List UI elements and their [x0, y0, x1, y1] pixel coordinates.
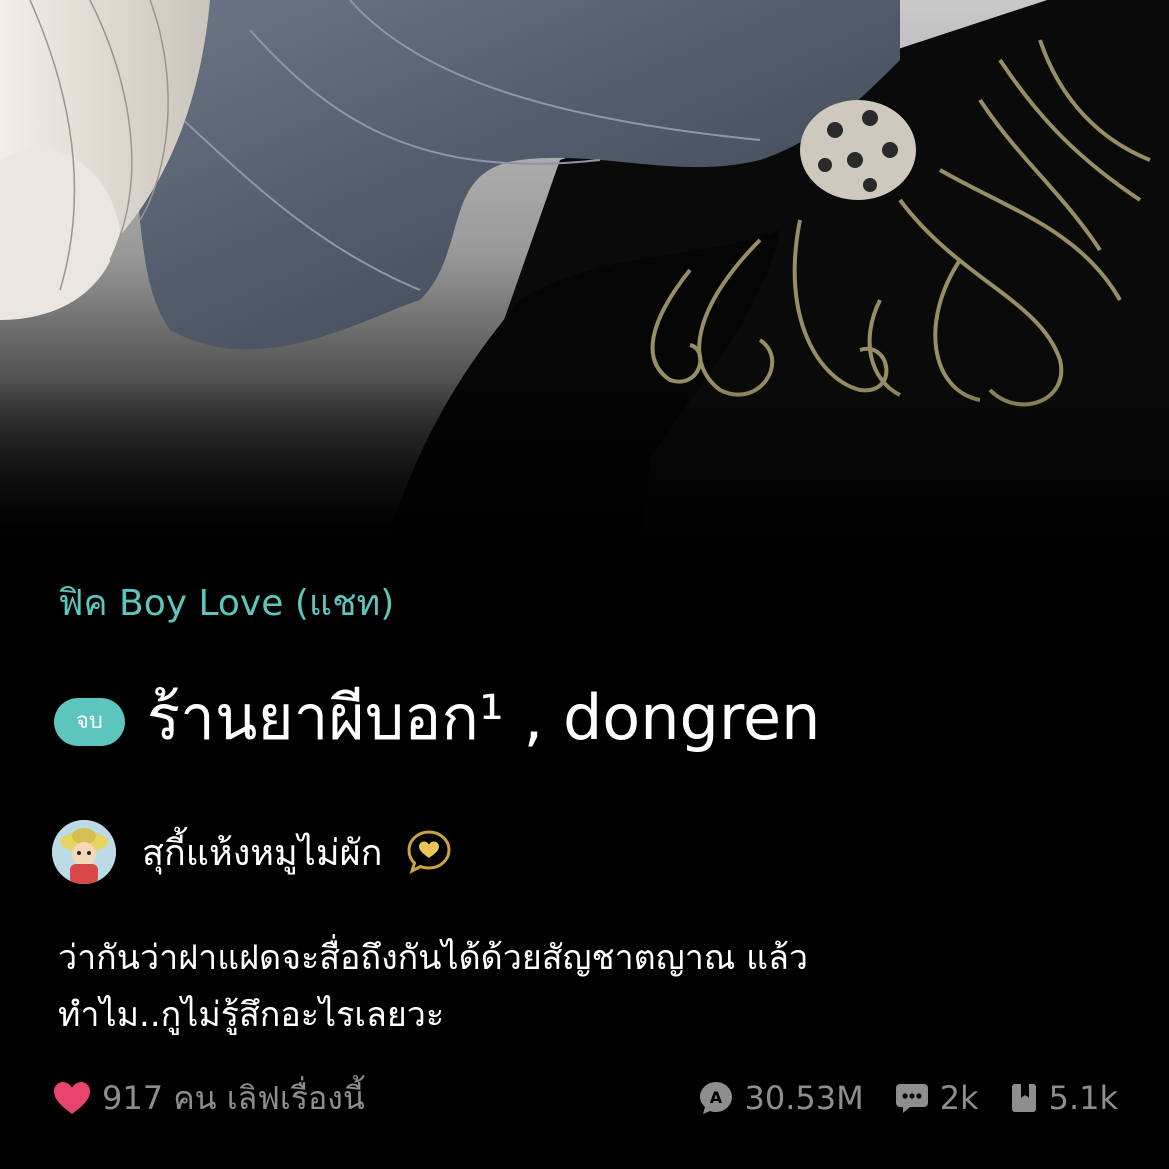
- description-line-2: ทำไม..กูไม่รู้สึกอะไรเลยวะ: [58, 995, 445, 1035]
- story-card[interactable]: ฟิค Boy Love (แชท) จบ ร้านยาผีบอก¹ , don…: [0, 0, 1169, 1169]
- description-line-1: ว่ากันว่าฝาแฝดจะสื่อถึงกันได้ด้วยสัญชาตญ…: [58, 938, 808, 978]
- heart-icon: [54, 1082, 90, 1114]
- story-description: ว่ากันว่าฝาแฝดจะสื่อถึงกันได้ด้วยสัญชาตญ…: [58, 930, 1118, 1044]
- author-avatar[interactable]: [52, 820, 116, 884]
- bookmark-count-text: 5.1k: [1048, 1079, 1118, 1117]
- comment-icon: [895, 1084, 928, 1113]
- comment-count-text: 2k: [939, 1079, 979, 1117]
- comment-count: 2k: [894, 1079, 979, 1117]
- view-count: A 30.53M: [698, 1079, 864, 1117]
- views-icon: A: [700, 1082, 733, 1114]
- author-name[interactable]: สุกี้แห้งหมูไม่ผัก: [142, 824, 382, 881]
- love-count-text: 917 คน เลิฟเรื่องนี้: [102, 1078, 365, 1117]
- view-count-text: 30.53M: [744, 1079, 864, 1117]
- cover-illustration: [0, 0, 1169, 560]
- completed-status-badge: จบ: [54, 698, 125, 746]
- gold-heart-chat-bubble-icon: [407, 830, 451, 875]
- title-row: จบ ร้านยาผีบอก¹ , dongren: [54, 668, 820, 768]
- story-category[interactable]: ฟิค Boy Love (แชท): [58, 578, 394, 630]
- stats-bar: 917 คน เลิฟเรื่องนี้ A 30.53M 2k 5.1k: [52, 1070, 1118, 1126]
- bookmark-count: 5.1k: [1009, 1079, 1118, 1117]
- love-count[interactable]: 917 คน เลิฟเรื่องนี้: [52, 1073, 365, 1124]
- author-row[interactable]: สุกี้แห้งหมูไม่ผัก: [52, 820, 454, 884]
- story-title[interactable]: ร้านยาผีบอก¹ , dongren: [147, 668, 821, 768]
- count-group: A 30.53M 2k 5.1k: [668, 1079, 1118, 1117]
- book-icon: [1011, 1084, 1036, 1112]
- svg-text:A: A: [710, 1088, 723, 1107]
